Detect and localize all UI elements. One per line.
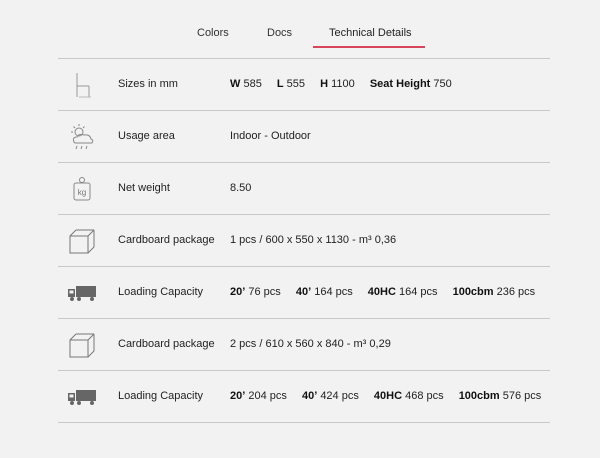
- row-value: 20’ 204 pcs 40’ 424 pcs 40HC 468 pcs 100…: [230, 390, 542, 402]
- truck-icon: [67, 382, 97, 412]
- weather-cloud-sun-icon: [67, 122, 97, 152]
- row-value: W 585 L 555 H 1100 Seat Height 750: [230, 78, 452, 90]
- tab-technical-details[interactable]: Technical Details: [329, 27, 412, 39]
- table-row: Usage area Indoor - Outdoor: [58, 110, 550, 162]
- table-row: kg Net weight 8.50: [58, 162, 550, 214]
- row-label: Sizes in mm: [118, 78, 178, 90]
- chair-icon: [67, 70, 97, 100]
- truck-icon: [67, 278, 97, 308]
- active-tab-indicator: [313, 46, 425, 48]
- row-value: 8.50: [230, 182, 252, 194]
- row-label: Usage area: [118, 130, 175, 142]
- row-label: Loading Capacity: [118, 390, 204, 402]
- row-label: Loading Capacity: [118, 286, 204, 298]
- row-value: Indoor - Outdoor: [230, 130, 311, 142]
- row-value: 2 pcs / 610 x 560 x 840 - m³ 0,29: [230, 338, 391, 350]
- tab-docs[interactable]: Docs: [267, 27, 292, 39]
- svg-text:kg: kg: [78, 188, 86, 197]
- weight-icon: kg: [67, 174, 97, 204]
- table-row: Sizes in mm W 585 L 555 H 1100 Seat Heig…: [58, 58, 550, 110]
- row-value: 20’ 76 pcs 40’ 164 pcs 40HC 164 pcs 100c…: [230, 286, 536, 298]
- tab-colors[interactable]: Colors: [197, 27, 229, 39]
- table-row: Cardboard package 2 pcs / 610 x 560 x 84…: [58, 318, 550, 370]
- technical-details-table: Sizes in mm W 585 L 555 H 1100 Seat Heig…: [58, 58, 550, 423]
- table-row: Cardboard package 1 pcs / 600 x 550 x 11…: [58, 214, 550, 266]
- tab-bar: Colors Docs Technical Details: [0, 0, 600, 50]
- box-icon: [67, 226, 97, 256]
- table-row: Loading Capacity 20’ 204 pcs 40’ 424 pcs…: [58, 370, 550, 423]
- box-icon: [67, 330, 97, 360]
- table-row: Loading Capacity 20’ 76 pcs 40’ 164 pcs …: [58, 266, 550, 318]
- row-label: Net weight: [118, 182, 170, 194]
- row-label: Cardboard package: [118, 234, 215, 246]
- row-label: Cardboard package: [118, 338, 215, 350]
- row-value: 1 pcs / 600 x 550 x 1130 - m³ 0,36: [230, 234, 397, 246]
